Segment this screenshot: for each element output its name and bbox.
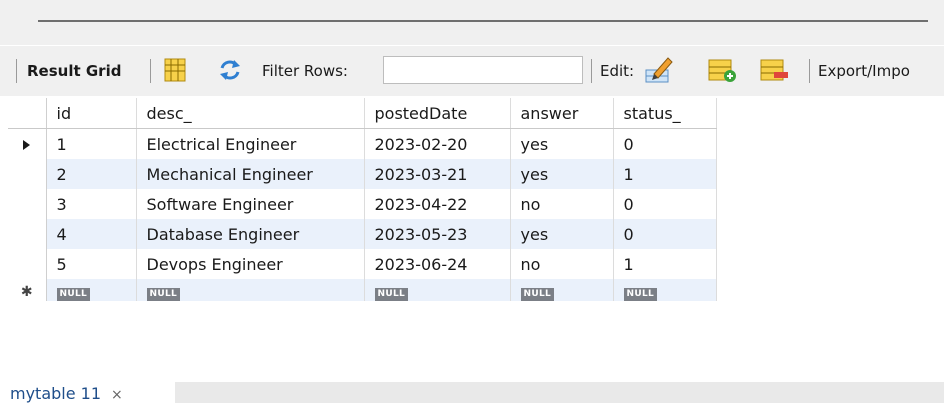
column-header-id[interactable]: id bbox=[46, 98, 137, 129]
cell-id[interactable]: NULL bbox=[46, 279, 137, 301]
cell-answer[interactable]: NULL bbox=[510, 279, 614, 301]
row-selector[interactable]: ✱ bbox=[8, 279, 47, 301]
tab-mytable-11[interactable]: mytable 11 × bbox=[10, 384, 123, 403]
cell-status[interactable]: 1 bbox=[613, 249, 717, 279]
cell-status[interactable]: 0 bbox=[613, 219, 717, 249]
cell-posteddate[interactable]: 2023-05-23 bbox=[364, 219, 511, 249]
cell-desc[interactable]: Mechanical Engineer bbox=[136, 159, 365, 189]
toolbar-separator bbox=[150, 59, 151, 83]
close-tab-icon[interactable]: × bbox=[111, 387, 123, 403]
export-import-button[interactable]: Export/Impo bbox=[818, 62, 910, 80]
current-row-arrow-icon bbox=[23, 139, 31, 150]
result-tabs-bar: mytable 11 × bbox=[0, 372, 944, 403]
new-row[interactable]: ✱ NULL NULL NULL NULL NULL bbox=[8, 279, 717, 301]
filter-rows-label: Filter Rows: bbox=[262, 62, 348, 80]
cell-id[interactable]: 4 bbox=[46, 219, 137, 249]
cell-id[interactable]: 2 bbox=[46, 159, 137, 189]
null-badge: NULL bbox=[56, 288, 91, 301]
table-row[interactable]: 1 Electrical Engineer 2023-02-20 yes 0 bbox=[8, 128, 717, 159]
cell-posteddate[interactable]: NULL bbox=[364, 279, 511, 301]
cell-id[interactable]: 1 bbox=[46, 128, 137, 159]
cell-posteddate[interactable]: 2023-03-21 bbox=[364, 159, 511, 189]
cell-posteddate[interactable]: 2023-06-24 bbox=[364, 249, 511, 279]
null-badge: NULL bbox=[146, 288, 181, 301]
cell-desc[interactable]: Database Engineer bbox=[136, 219, 365, 249]
row-selector[interactable] bbox=[8, 219, 47, 249]
cell-answer[interactable]: no bbox=[510, 249, 614, 279]
cell-answer[interactable]: yes bbox=[510, 219, 614, 249]
table-row[interactable]: 2 Mechanical Engineer 2023-03-21 yes 1 bbox=[8, 159, 717, 189]
cell-desc[interactable]: Devops Engineer bbox=[136, 249, 365, 279]
cell-id[interactable]: 5 bbox=[46, 249, 137, 279]
cell-status[interactable]: 1 bbox=[613, 159, 717, 189]
edit-row-icon[interactable] bbox=[644, 56, 674, 88]
column-header-desc[interactable]: desc_ bbox=[136, 98, 365, 129]
cell-id[interactable]: 3 bbox=[46, 189, 137, 219]
result-grid-tab[interactable]: Result Grid bbox=[27, 62, 121, 80]
toolbar-separator bbox=[809, 59, 810, 83]
cell-posteddate[interactable]: 2023-04-22 bbox=[364, 189, 511, 219]
cell-answer[interactable]: no bbox=[510, 189, 614, 219]
result-grid: id desc_ postedDate answer status_ 1 Ele… bbox=[8, 98, 717, 301]
delete-row-icon[interactable] bbox=[760, 58, 790, 88]
tabs-bar-background bbox=[175, 382, 944, 403]
filter-rows-input[interactable] bbox=[383, 56, 583, 84]
cell-answer[interactable]: yes bbox=[510, 128, 614, 159]
row-selector[interactable] bbox=[8, 249, 47, 279]
cell-desc[interactable]: Software Engineer bbox=[136, 189, 365, 219]
result-toolbar: Result Grid Filter Rows: Edit: Export/Im… bbox=[0, 46, 944, 96]
panel-divider bbox=[38, 20, 928, 22]
cell-posteddate[interactable]: 2023-02-20 bbox=[364, 128, 511, 159]
column-header-status[interactable]: status_ bbox=[613, 98, 717, 129]
cell-status[interactable]: NULL bbox=[613, 279, 717, 301]
table-row[interactable]: 4 Database Engineer 2023-05-23 yes 0 bbox=[8, 219, 717, 249]
cell-desc[interactable]: Electrical Engineer bbox=[136, 128, 365, 159]
toolbar-separator bbox=[16, 59, 17, 83]
column-header-answer[interactable]: answer bbox=[510, 98, 614, 129]
null-badge: NULL bbox=[520, 288, 555, 301]
cell-status[interactable]: 0 bbox=[613, 189, 717, 219]
refresh-icon[interactable] bbox=[218, 59, 242, 85]
table-row[interactable]: 3 Software Engineer 2023-04-22 no 0 bbox=[8, 189, 717, 219]
cell-answer[interactable]: yes bbox=[510, 159, 614, 189]
row-selector[interactable] bbox=[8, 189, 47, 219]
row-selector[interactable] bbox=[8, 128, 47, 159]
null-badge: NULL bbox=[374, 288, 409, 301]
top-panel bbox=[0, 0, 944, 45]
add-row-icon[interactable] bbox=[708, 58, 738, 88]
row-header-corner bbox=[8, 98, 47, 129]
form-editor-icon[interactable] bbox=[164, 58, 186, 86]
header-row: id desc_ postedDate answer status_ bbox=[8, 98, 717, 129]
toolbar-separator bbox=[591, 59, 592, 83]
column-header-posteddate[interactable]: postedDate bbox=[364, 98, 511, 129]
new-row-star-icon: ✱ bbox=[20, 283, 33, 300]
tab-label: mytable 11 bbox=[10, 384, 102, 403]
table-row[interactable]: 5 Devops Engineer 2023-06-24 no 1 bbox=[8, 249, 717, 279]
null-badge: NULL bbox=[623, 288, 658, 301]
cell-desc[interactable]: NULL bbox=[136, 279, 365, 301]
edit-label: Edit: bbox=[600, 62, 635, 80]
cell-status[interactable]: 0 bbox=[613, 128, 717, 159]
row-selector[interactable] bbox=[8, 159, 47, 189]
